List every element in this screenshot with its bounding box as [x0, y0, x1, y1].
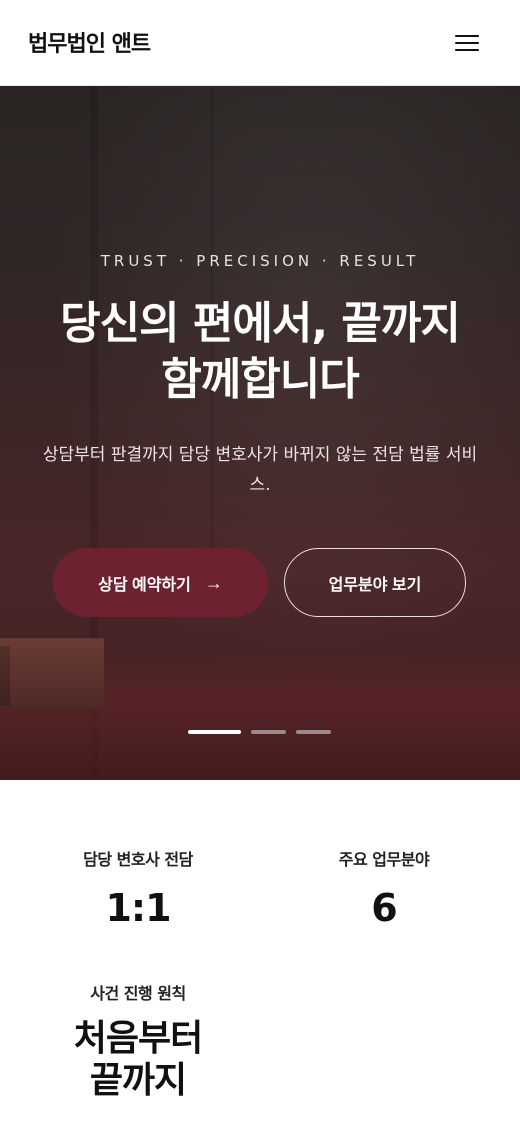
logo[interactable]: 법무법인 앤트: [28, 26, 151, 58]
view-practice-areas-label: 업무분야 보기: [328, 576, 422, 594]
slide-dot[interactable]: [296, 730, 331, 734]
arrow-right-icon: →: [204, 572, 223, 593]
site-header: 법무법인 앤트: [0, 0, 520, 86]
hero-title-line: 함께합니다: [161, 354, 359, 405]
hero-banner: TRUST · PRECISION · RESULT 당신의 편에서, 끝까지 …: [0, 86, 520, 780]
book-consultation-label: 상담 예약하기: [98, 576, 191, 594]
stats-section: 담당 변호사 전담 1:1 주요 업무분야 6 사건 진행 원칙 처음부터 끝까…: [0, 780, 520, 1125]
stat-value: 6: [371, 886, 397, 930]
view-practice-areas-button[interactable]: 업무분야 보기: [284, 548, 466, 617]
hero-tagline: TRUST · PRECISION · RESULT: [100, 252, 420, 270]
stat-label: 주요 업무분야: [338, 850, 430, 869]
stat-label: 사건 진행 원칙: [90, 984, 186, 1003]
stat-value-line: 끝까지: [89, 1060, 187, 1101]
hamburger-menu-icon[interactable]: [452, 30, 482, 56]
book-consultation-button[interactable]: 상담 예약하기 →: [53, 548, 268, 617]
slide-dot[interactable]: [251, 730, 286, 734]
hero-background-block-shadow: [0, 646, 10, 706]
hero-title-line: 당신의 편에서, 끝까지: [60, 298, 461, 349]
stat-item: 주요 업무분야 6: [284, 846, 484, 930]
slide-dot-active[interactable]: [188, 730, 241, 734]
stat-item: 담당 변호사 전담 1:1: [38, 846, 238, 930]
stat-item: 사건 진행 원칙 처음부터 끝까지: [38, 980, 238, 1102]
stat-label: 담당 변호사 전담: [83, 850, 193, 869]
stat-value: 처음부터 끝까지: [38, 1018, 238, 1102]
hero-title: 당신의 편에서, 끝까지 함께합니다: [0, 296, 520, 408]
hero-subtitle: 상담부터 판결까지 담당 변호사가 바뀌지 않는 전담 법률 서비스.: [42, 445, 478, 495]
hero-background-block: [0, 638, 104, 708]
stat-value: 1:1: [105, 886, 171, 930]
stat-value-line: 처음부터: [73, 1018, 203, 1059]
